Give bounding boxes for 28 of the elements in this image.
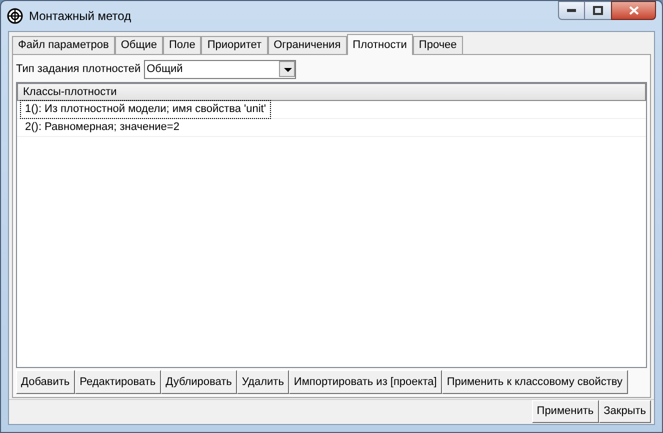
tab[interactable]: Приоритет [201, 36, 268, 54]
tab[interactable]: Ограничения [268, 36, 347, 54]
list-item[interactable]: 2(): Равномерная; значение=2 [20, 118, 184, 137]
tab[interactable]: Поле [163, 36, 202, 54]
minimize-icon [567, 9, 576, 12]
action-button[interactable]: Применить к классовому свойству [442, 370, 628, 394]
column-header[interactable]: Классы-плотности [17, 83, 646, 101]
tab[interactable]: Файл параметров [12, 36, 115, 54]
app-icon [7, 8, 23, 24]
action-button[interactable]: Редактировать [74, 370, 161, 394]
action-button[interactable]: Удалить [236, 370, 289, 394]
window-title: Монтажный метод [29, 8, 132, 25]
restore-icon [593, 6, 603, 15]
dialog-button[interactable]: Применить [532, 400, 599, 423]
close-icon [628, 6, 638, 15]
tab[interactable]: Прочее [412, 36, 463, 54]
maximize-button[interactable] [585, 1, 611, 20]
density-type-dropdown[interactable]: Общий [144, 60, 296, 78]
tab[interactable]: Плотности [346, 34, 413, 55]
list-item[interactable]: 1(): Из плотностной модели; имя свойства 'unit' [20, 100, 271, 119]
tab[interactable]: Общие [114, 36, 164, 54]
density-type-label: Тип задания плотностей [16, 62, 141, 77]
dialog-button[interactable]: Закрыть [598, 400, 651, 423]
action-button[interactable]: Дублировать [160, 370, 237, 394]
minimize-button[interactable] [558, 1, 585, 20]
action-button[interactable]: Добавить [16, 370, 75, 394]
action-button[interactable]: Импортировать из [проекта] [288, 370, 442, 394]
close-button[interactable] [611, 1, 656, 20]
